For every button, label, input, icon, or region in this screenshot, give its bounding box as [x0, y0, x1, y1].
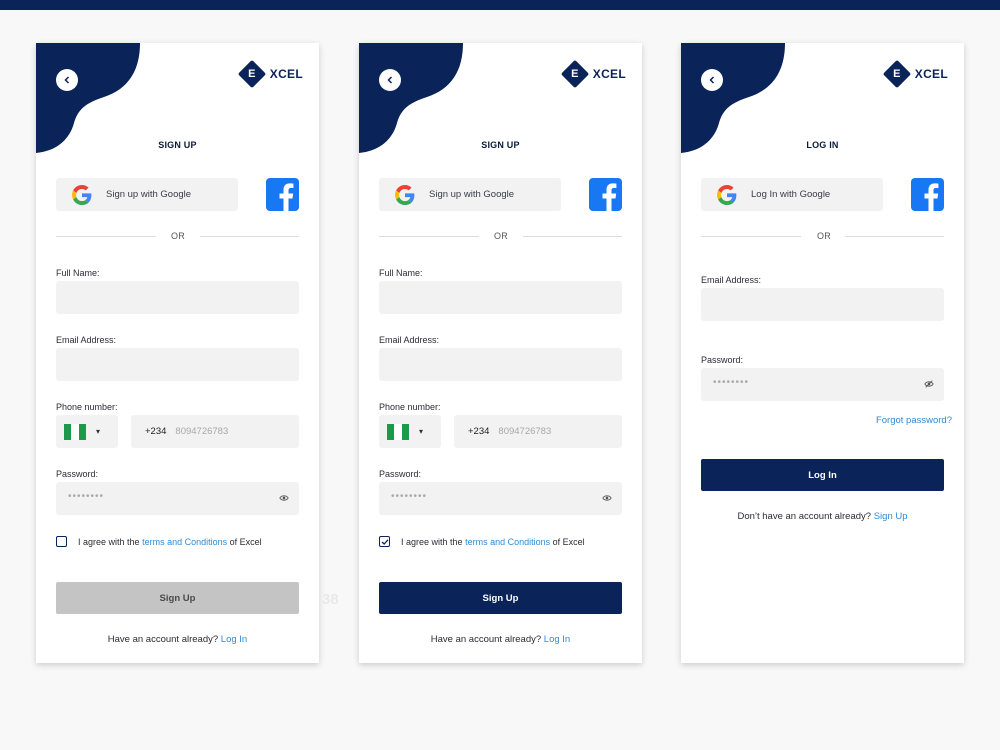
divider-left [701, 236, 801, 237]
eye-off-icon[interactable] [924, 379, 934, 389]
page-title: LOG IN [806, 140, 839, 150]
excel-logo: E XCEL [560, 59, 626, 89]
divider-left [379, 236, 479, 237]
google-login-button[interactable]: Log In with Google [701, 178, 883, 211]
login-prompt: Have an account already? Log In [107, 634, 248, 645]
or-text: OR [817, 231, 832, 241]
email-field[interactable] [56, 348, 299, 381]
or-text: OR [171, 231, 186, 241]
password-field[interactable]: •••••••• [701, 368, 944, 401]
facebook-icon [279, 183, 294, 211]
divider-right [200, 236, 299, 237]
google-signup-button[interactable]: Sign up with Google [379, 178, 561, 211]
country-select[interactable]: ▾ [56, 415, 118, 448]
google-icon [395, 184, 415, 205]
full-name-field[interactable] [379, 281, 622, 314]
google-icon [72, 184, 92, 205]
signup-card-unchecked: E XCEL SIGN UP Sign up with Google OR Fu… [36, 43, 319, 663]
watermark-number: 38 [322, 591, 339, 608]
signup-prompt: Don’t have an account already? Sign Up [737, 511, 908, 522]
terms-link[interactable]: terms and Conditions [142, 537, 227, 547]
full-name-label: Full Name: [379, 268, 423, 278]
top-bar [0, 0, 1000, 10]
chevron-left-icon [64, 76, 70, 84]
phone-placeholder: 8094726783 [498, 426, 552, 437]
divider-right [523, 236, 622, 237]
google-icon [717, 184, 737, 205]
terms-agreement: I agree with the terms and Conditions of… [56, 536, 262, 547]
password-mask: •••••••• [68, 491, 105, 502]
signup-card-checked: E XCEL SIGN UP Sign up with Google OR Fu… [359, 43, 642, 663]
login-card: E XCEL LOG IN Log In with Google OR Emai… [681, 43, 964, 663]
country-code: +234 [145, 426, 167, 437]
back-button[interactable] [379, 69, 401, 91]
google-signup-button[interactable]: Sign up with Google [56, 178, 238, 211]
excel-logo: E XCEL [237, 59, 303, 89]
nigeria-flag-icon [64, 423, 86, 440]
header-blob [681, 43, 785, 153]
terms-checkbox[interactable] [379, 536, 390, 547]
email-label: Email Address: [701, 275, 762, 285]
eye-icon[interactable] [279, 493, 289, 503]
facebook-icon [924, 183, 939, 211]
phone-label: Phone number: [56, 402, 118, 412]
page-title: SIGN UP [158, 140, 197, 150]
full-name-field[interactable] [56, 281, 299, 314]
nigeria-flag-icon [387, 423, 409, 440]
phone-field[interactable]: +234 8094726783 [454, 415, 622, 448]
terms-link[interactable]: terms and Conditions [465, 537, 550, 547]
signup-button[interactable]: Sign Up [56, 582, 299, 614]
terms-checkbox[interactable] [56, 536, 67, 547]
login-link[interactable]: Log In [221, 634, 247, 645]
password-field[interactable]: •••••••• [379, 482, 622, 515]
password-mask: •••••••• [713, 377, 750, 388]
email-field[interactable] [379, 348, 622, 381]
phone-label: Phone number: [379, 402, 441, 412]
signup-button[interactable]: Sign Up [379, 582, 622, 614]
header-blob [36, 43, 140, 153]
phone-field[interactable]: +234 8094726783 [131, 415, 299, 448]
forgot-password-link[interactable]: Forgot password? [876, 415, 952, 426]
phone-placeholder: 8094726783 [175, 426, 229, 437]
login-button[interactable]: Log In [701, 459, 944, 491]
chevron-left-icon [709, 76, 715, 84]
password-label: Password: [379, 469, 422, 479]
checkmark-icon [381, 538, 388, 545]
full-name-label: Full Name: [56, 268, 100, 278]
country-select[interactable]: ▾ [379, 415, 441, 448]
chevron-left-icon [387, 76, 393, 84]
back-button[interactable] [56, 69, 78, 91]
page-title: SIGN UP [481, 140, 520, 150]
terms-agreement: I agree with the terms and Conditions of… [379, 536, 585, 547]
signup-link[interactable]: Sign Up [874, 511, 908, 522]
password-label: Password: [56, 469, 99, 479]
facebook-button[interactable] [266, 178, 299, 211]
chevron-down-icon: ▾ [419, 427, 424, 436]
eye-icon[interactable] [602, 493, 612, 503]
country-code: +234 [468, 426, 490, 437]
facebook-icon [602, 183, 617, 211]
chevron-down-icon: ▾ [96, 427, 101, 436]
facebook-button[interactable] [589, 178, 622, 211]
email-label: Email Address: [56, 335, 117, 345]
email-label: Email Address: [379, 335, 440, 345]
password-field[interactable]: •••••••• [56, 482, 299, 515]
email-field[interactable] [701, 288, 944, 321]
password-label: Password: [701, 355, 744, 365]
header-blob [359, 43, 463, 153]
back-button[interactable] [701, 69, 723, 91]
or-text: OR [494, 231, 509, 241]
excel-logo: E XCEL [882, 59, 948, 89]
password-mask: •••••••• [391, 491, 428, 502]
facebook-button[interactable] [911, 178, 944, 211]
divider-right [845, 236, 944, 237]
login-link[interactable]: Log In [544, 634, 570, 645]
divider-left [56, 236, 156, 237]
login-prompt: Have an account already? Log In [430, 634, 571, 645]
